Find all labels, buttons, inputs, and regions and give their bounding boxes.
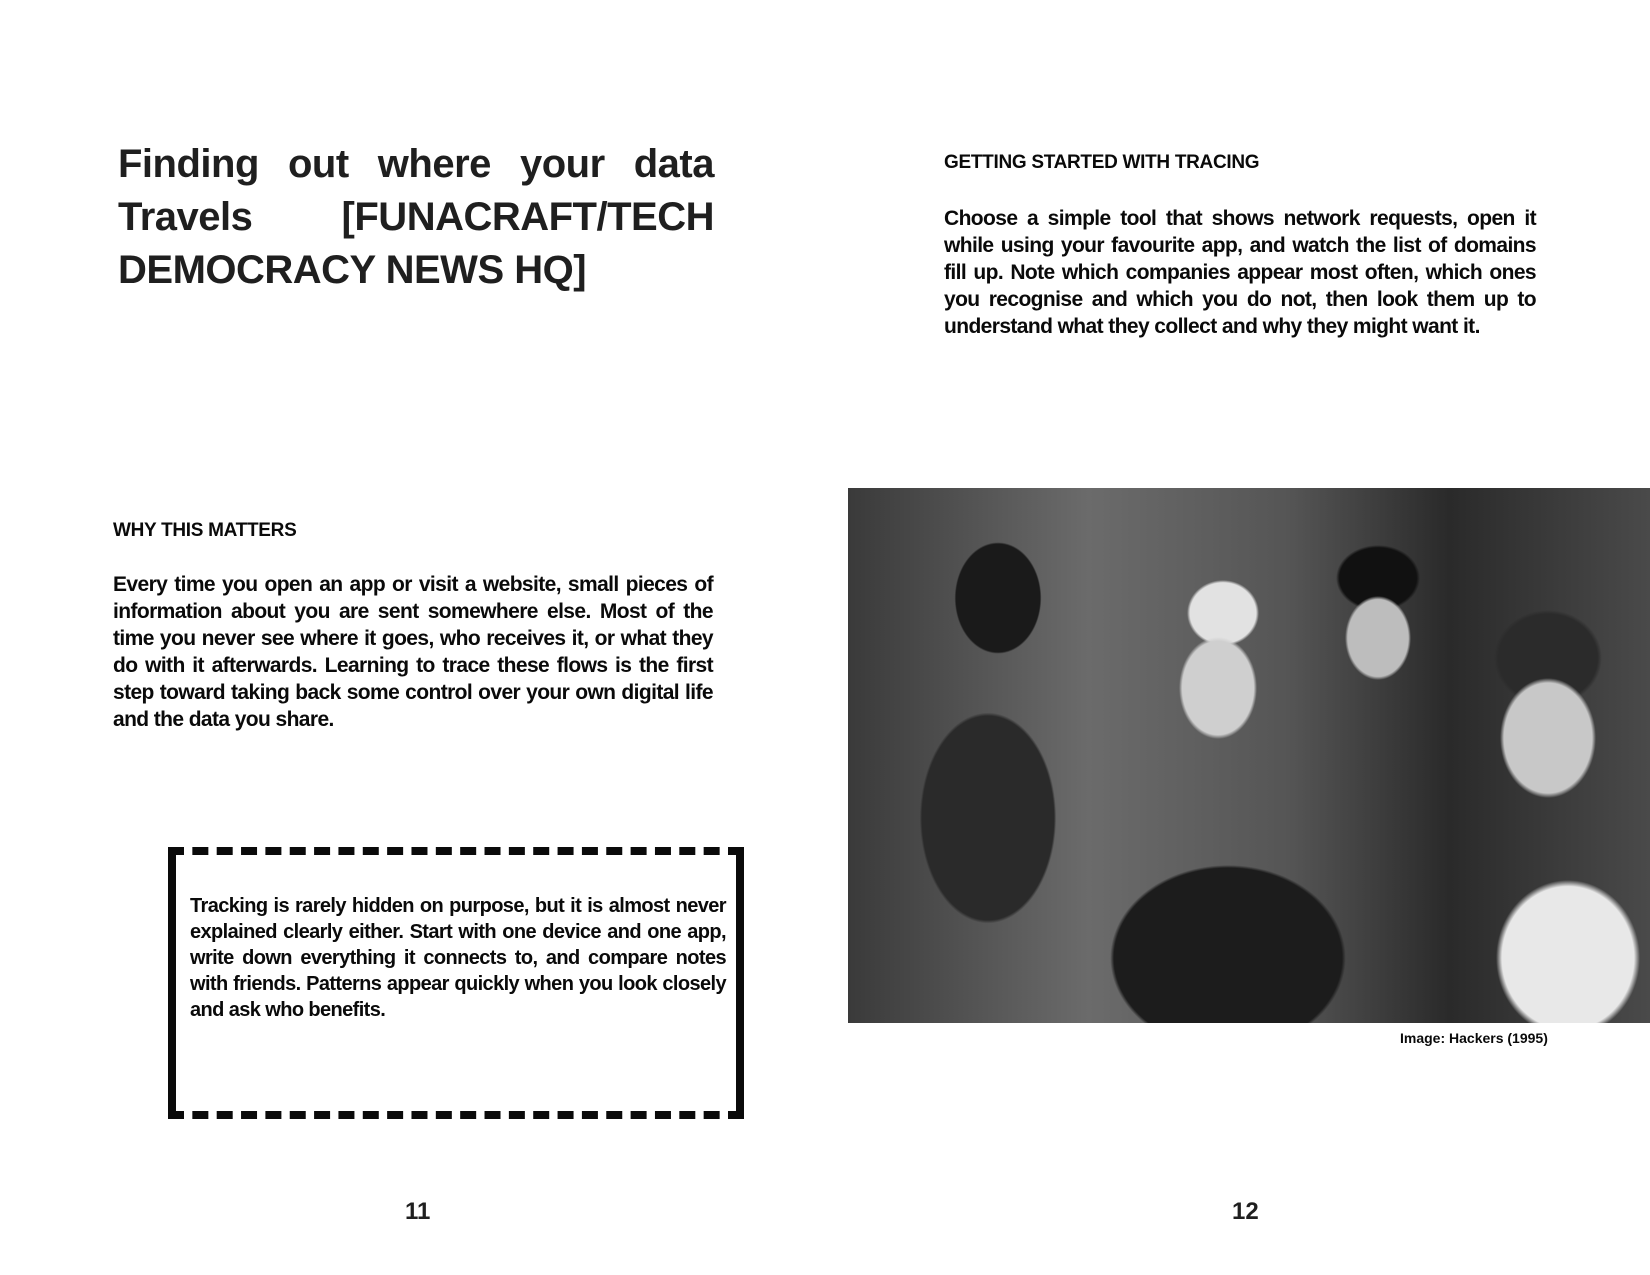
page-number-left: 11 <box>405 1198 431 1225</box>
photo-caption: Image: Hackers (1995) <box>1400 1030 1548 1046</box>
callout-box: Tracking is rarely hidden on purpose, bu… <box>168 847 744 1119</box>
left-section-body: Every time you open an app or visit a we… <box>113 573 714 731</box>
left-section-heading: Why this matters <box>113 520 297 541</box>
right-section-body: Choose a simple tool that shows network … <box>944 207 1537 338</box>
page-number-right: 12 <box>1232 1198 1259 1225</box>
group-photo <box>848 488 1650 1023</box>
page-title: Finding out where your data Travels [FUN… <box>118 142 715 292</box>
right-section-heading: Getting started with tracing <box>944 152 1260 173</box>
callout-text: Tracking is rarely hidden on purpose, bu… <box>190 895 727 1021</box>
